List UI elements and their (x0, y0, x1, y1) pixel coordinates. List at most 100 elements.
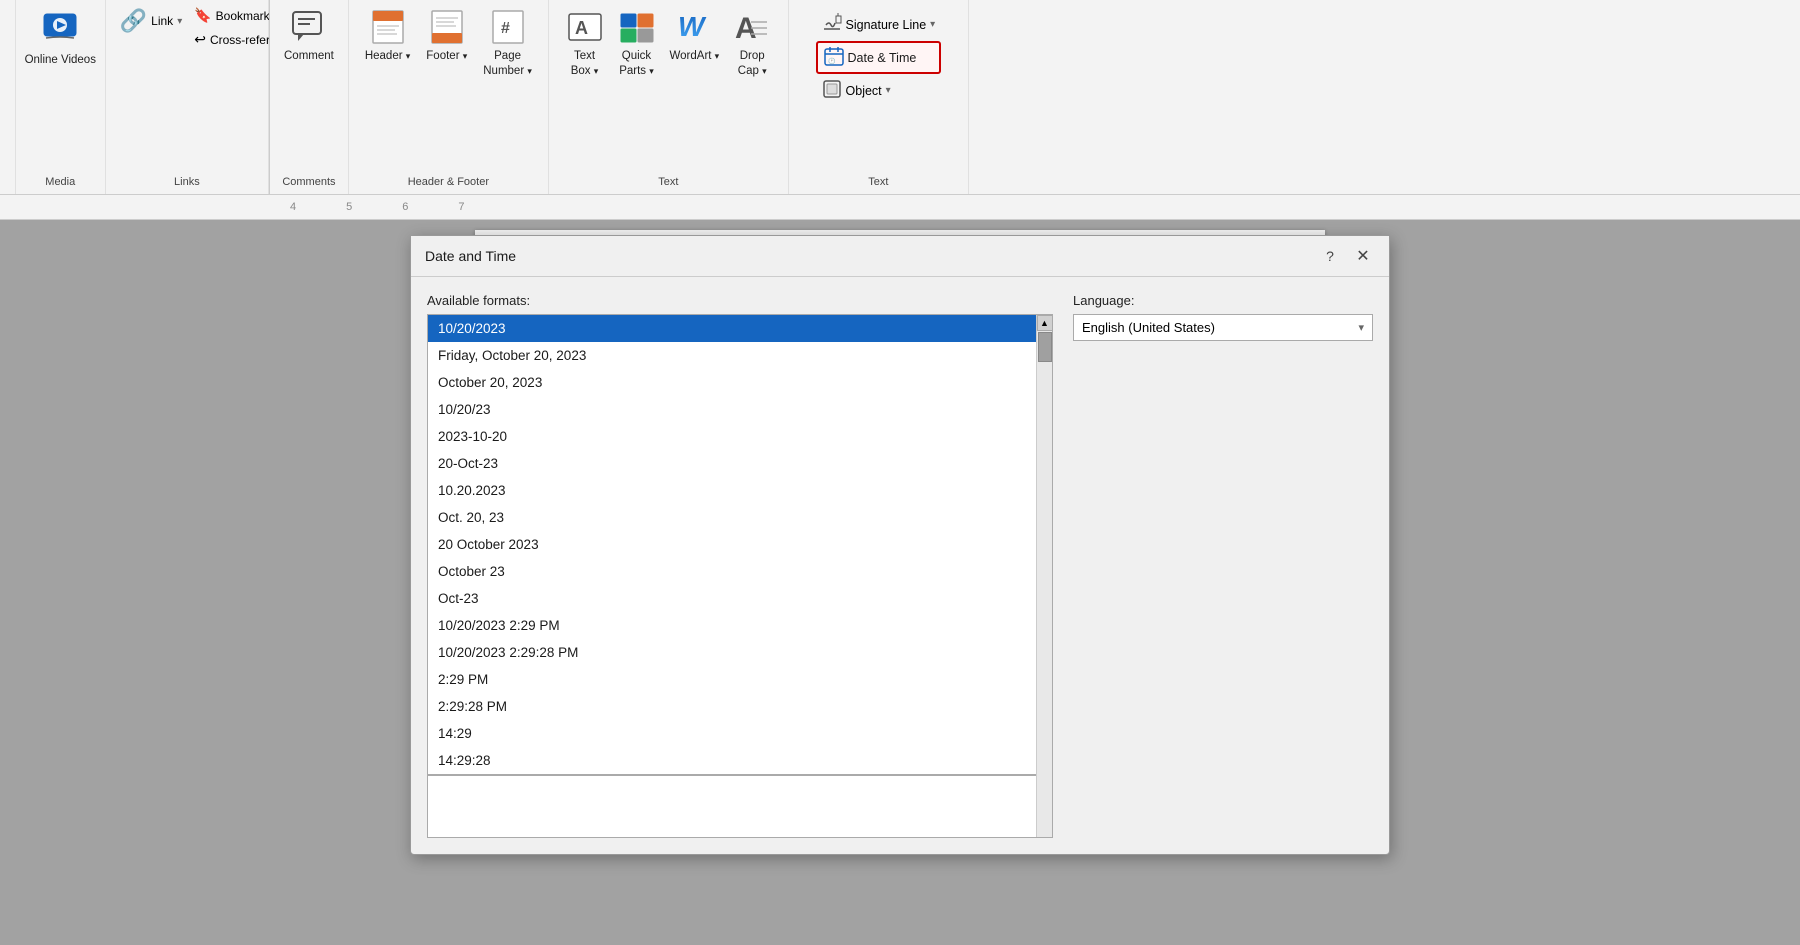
content-area: Date and Time ? ✕ Available formats: 10/… (0, 220, 1800, 945)
drop-cap-button[interactable]: A DropCap ▾ (727, 4, 777, 83)
online-videos-label: Online Videos (25, 53, 96, 68)
ruler-mark-6: 6 (402, 201, 408, 213)
language-value: English (United States) (1082, 320, 1215, 335)
dialog-titlebar: Date and Time ? ✕ (411, 236, 1389, 277)
wordart-button[interactable]: W WordArt ▾ (664, 4, 726, 68)
format-item-1[interactable]: Friday, October 20, 2023 (428, 342, 1036, 369)
page-number-label: PageNumber ▾ (483, 49, 532, 79)
dialog-help-button[interactable]: ? (1319, 245, 1341, 267)
format-item-4[interactable]: 2023-10-20 (428, 423, 1036, 450)
header-label: Header ▾ (365, 49, 410, 64)
page-number-button[interactable]: # PageNumber ▾ (477, 4, 538, 83)
format-item-8[interactable]: 20 October 2023 (428, 531, 1036, 558)
format-item-7[interactable]: Oct. 20, 23 (428, 504, 1036, 531)
footer-button[interactable]: Footer ▾ (420, 4, 473, 68)
date-time-dialog: Date and Time ? ✕ Available formats: 10/… (410, 235, 1390, 855)
comment-icon (290, 8, 328, 49)
cross-reference-icon: ↩ (194, 31, 206, 48)
drop-cap-icon: A (733, 8, 771, 49)
object-label: Object (846, 84, 882, 98)
link-dropdown-arrow: ▾ (177, 16, 182, 27)
wordart-label: WordArt ▾ (670, 49, 720, 64)
formats-list: 10/20/2023 Friday, October 20, 2023 Octo… (428, 315, 1036, 835)
svg-text:#: # (501, 20, 510, 37)
ribbon-group-media: Online Videos Media (16, 0, 106, 194)
formats-label: Available formats: (427, 293, 1053, 308)
format-item-6[interactable]: 10.20.2023 (428, 477, 1036, 504)
dialog-title: Date and Time (425, 248, 516, 264)
format-item-11[interactable]: 10/20/2023 2:29 PM (428, 612, 1036, 639)
format-item-14[interactable]: 2:29:28 PM (428, 693, 1036, 720)
format-item-15[interactable]: 14:29 (428, 720, 1036, 747)
format-item-16[interactable]: 14:29:28 (428, 747, 1036, 776)
formats-listbox: 10/20/2023 Friday, October 20, 2023 Octo… (427, 314, 1053, 838)
cross-reference-button[interactable]: ↩ Cross-reference (188, 28, 270, 51)
bookmark-button[interactable]: 🔖 Bookmark (188, 4, 270, 27)
dialog-controls: ? ✕ (1319, 244, 1375, 268)
online-videos-icon (42, 8, 78, 49)
ribbon: Online Videos Media 🔗 Link ▾ (0, 0, 1800, 195)
ribbon-group-header-footer: Header ▾ (349, 0, 549, 194)
ribbon-partial-left: Online Videos Media 🔗 Link ▾ (0, 0, 270, 194)
ribbon-group-text: A TextBox ▾ (549, 0, 789, 194)
online-videos-button[interactable]: Online Videos (19, 4, 102, 72)
format-item-3[interactable]: 10/20/23 (428, 396, 1036, 423)
ruler-mark-5: 5 (346, 201, 352, 213)
ribbon-group-text-label: Text (557, 172, 780, 194)
header-button[interactable]: Header ▾ (359, 4, 416, 68)
format-item-0[interactable]: 10/20/2023 (428, 315, 1036, 342)
svg-text:W: W (678, 11, 707, 42)
ribbon-group-text-right: Signature Line ▾ 🕐 (789, 0, 969, 194)
svg-text:A: A (575, 18, 588, 38)
footer-icon (428, 8, 466, 49)
quick-parts-icon (618, 8, 656, 49)
text-box-label: TextBox ▾ (571, 49, 599, 79)
ruler-mark-7: 7 (458, 201, 464, 213)
object-arrow: ▾ (886, 85, 891, 96)
language-dropdown[interactable]: English (United States) ▾ (1073, 314, 1373, 341)
format-item-13[interactable]: 2:29 PM (428, 666, 1036, 693)
cross-reference-label: Cross-reference (210, 33, 270, 47)
format-item-2[interactable]: October 20, 2023 (428, 369, 1036, 396)
quick-parts-label: QuickParts ▾ (619, 49, 654, 79)
bookmark-icon: 🔖 (194, 7, 211, 24)
wordart-icon: W (675, 8, 713, 49)
signature-line-icon (822, 13, 842, 36)
format-item-10[interactable]: Oct-23 (428, 585, 1036, 612)
modal-overlay: Date and Time ? ✕ Available formats: 10/… (0, 220, 1800, 945)
text-box-button[interactable]: A TextBox ▾ (560, 4, 610, 83)
link-icon: 🔗 (120, 8, 147, 34)
quick-parts-button[interactable]: QuickParts ▾ (612, 4, 662, 83)
format-item-9[interactable]: October 23 (428, 558, 1036, 585)
scrollbar-up-button[interactable]: ▲ (1037, 315, 1053, 331)
bookmark-label: Bookmark (216, 9, 270, 23)
date-time-label: Date & Time (848, 51, 917, 65)
dialog-close-button[interactable]: ✕ (1351, 244, 1375, 268)
page-number-icon: # (489, 8, 527, 49)
ribbon-group-header-footer-label: Header & Footer (357, 172, 540, 194)
signature-line-label: Signature Line (846, 18, 927, 32)
ribbon-group-media-label: Media (24, 172, 97, 194)
date-time-button[interactable]: 🕐 Date & Time (816, 41, 942, 74)
link-button[interactable]: 🔗 Link ▾ (114, 4, 188, 38)
ribbon-group-comments: Comment Comments (270, 0, 349, 194)
object-icon (822, 79, 842, 102)
comment-label: Comment (284, 49, 334, 64)
scrollbar-thumb[interactable] (1038, 332, 1052, 362)
header-icon (369, 8, 407, 49)
ribbon-group-comments-label: Comments (278, 172, 340, 194)
ruler: 4 5 6 7 (0, 195, 1800, 220)
format-item-5[interactable]: 20-Oct-23 (428, 450, 1036, 477)
signature-line-button[interactable]: Signature Line ▾ (816, 10, 942, 39)
format-item-12[interactable]: 10/20/2023 2:29:28 PM (428, 639, 1036, 666)
svg-text:🕐: 🕐 (828, 57, 836, 65)
comment-button[interactable]: Comment (278, 4, 340, 68)
link-label: Link (151, 14, 173, 28)
dialog-body: Available formats: 10/20/2023 Friday, Oc… (411, 277, 1389, 854)
ribbon-group-text-right-label: Text (797, 172, 960, 194)
dialog-left-panel: Available formats: 10/20/2023 Friday, Oc… (427, 293, 1053, 838)
object-button[interactable]: Object ▾ (816, 76, 942, 105)
language-label: Language: (1073, 293, 1373, 308)
app-container: Online Videos Media 🔗 Link ▾ (0, 0, 1800, 945)
text-box-icon: A (566, 8, 604, 49)
